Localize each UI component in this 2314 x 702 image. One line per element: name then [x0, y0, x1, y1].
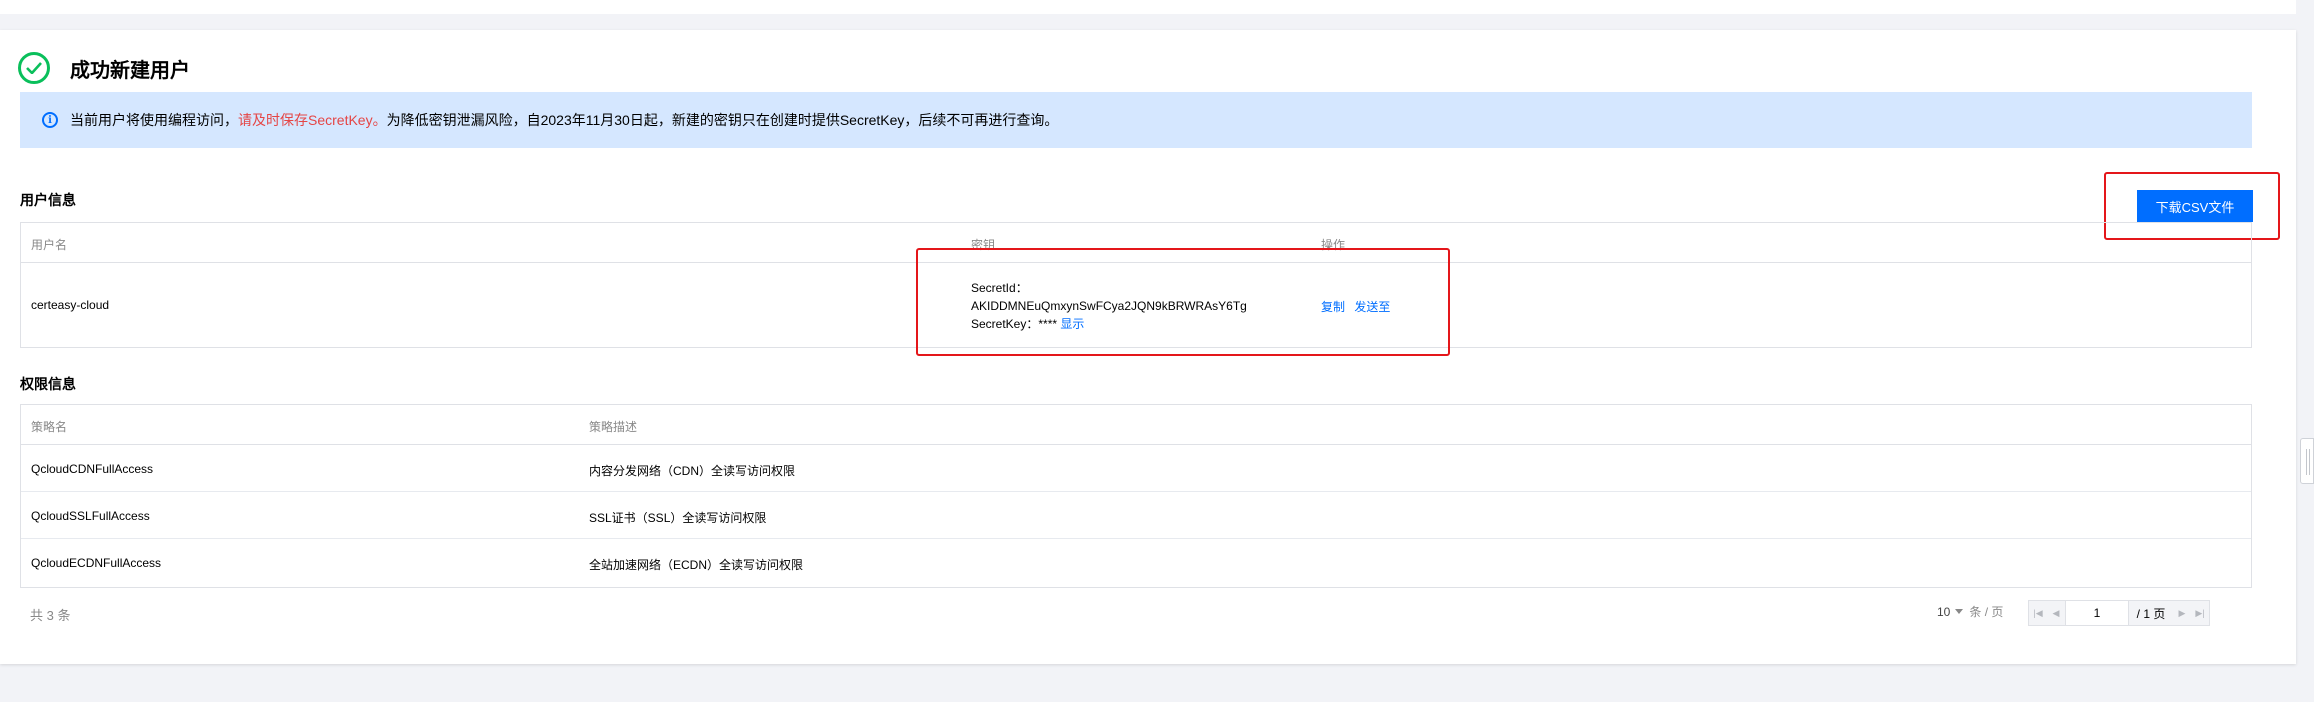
next-page-icon[interactable]: ▶	[2173, 601, 2191, 625]
page-size-select[interactable]: 10 条 / 页	[1937, 603, 2003, 620]
policy-desc: 内容分发网络（CDN）全读写访问权限	[589, 464, 795, 478]
table-row: QcloudSSLFullAccess SSL证书（SSL）全读写访问权限	[21, 492, 2251, 539]
success-header: 成功新建用户	[18, 52, 190, 84]
column-policy-desc: 策略描述	[589, 420, 638, 434]
table-row: QcloudECDNFullAccess 全站加速网络（ECDN）全读写访问权限	[21, 539, 2251, 586]
username-cell: certeasy-cloud	[31, 298, 110, 312]
side-drag-handle[interactable]	[2300, 438, 2314, 484]
result-card: 成功新建用户 i 当前用户将使用编程访问，请及时保存SecretKey。为降低密…	[0, 30, 2296, 664]
pagination-controls: |◀ ◀ 1 / 1 页 ▶ ▶|	[2028, 600, 2210, 626]
page-number-input[interactable]: 1	[2065, 601, 2129, 625]
info-icon: i	[42, 112, 58, 128]
last-page-icon[interactable]: ▶|	[2191, 601, 2209, 625]
page-title: 成功新建用户	[70, 59, 190, 82]
table-row: QcloudCDNFullAccess 内容分发网络（CDN）全读写访问权限	[21, 445, 2251, 492]
policy-name: QcloudSSLFullAccess	[31, 509, 150, 523]
policy-desc: SSL证书（SSL）全读写访问权限	[589, 511, 767, 525]
column-username: 用户名	[31, 238, 68, 252]
notice-text: 当前用户将使用编程访问，请及时保存SecretKey。为降低密钥泄漏风险，自20…	[70, 110, 1058, 130]
check-circle-icon	[18, 52, 50, 84]
notice-banner: i 当前用户将使用编程访问，请及时保存SecretKey。为降低密钥泄漏风险，自…	[20, 92, 2252, 148]
policy-name: QcloudECDNFullAccess	[31, 556, 162, 570]
notice-text-end: 为降低密钥泄漏风险，自2023年11月30日起，新建的密钥只在创建时提供Secr…	[386, 112, 1059, 128]
permissions-title: 权限信息	[20, 376, 76, 392]
page-size-unit: 条 / 页	[1969, 605, 2004, 619]
page-size-value: 10	[1937, 604, 1951, 619]
user-info-title: 用户信息	[20, 192, 76, 208]
pagination-total: 共 3 条	[30, 608, 71, 623]
notice-text-warning: 请及时保存SecretKey。	[238, 112, 387, 128]
permissions-table-header: 策略名 策略描述	[21, 405, 2251, 445]
caret-down-icon	[1955, 609, 1964, 614]
prev-page-icon[interactable]: ◀	[2047, 601, 2065, 625]
column-policy-name: 策略名	[31, 420, 68, 434]
page-total: / 1 页	[2136, 606, 2166, 621]
first-page-icon[interactable]: |◀	[2029, 601, 2047, 625]
policy-name: QcloudCDNFullAccess	[31, 462, 154, 476]
notice-text-start: 当前用户将使用编程访问，	[70, 112, 238, 128]
secret-highlight-box	[916, 248, 1450, 356]
top-panel-strip	[0, 0, 2296, 14]
permissions-table: 策略名 策略描述 QcloudCDNFullAccess 内容分发网络（CDN）…	[20, 404, 2252, 588]
policy-desc: 全站加速网络（ECDN）全读写访问权限	[589, 558, 804, 572]
